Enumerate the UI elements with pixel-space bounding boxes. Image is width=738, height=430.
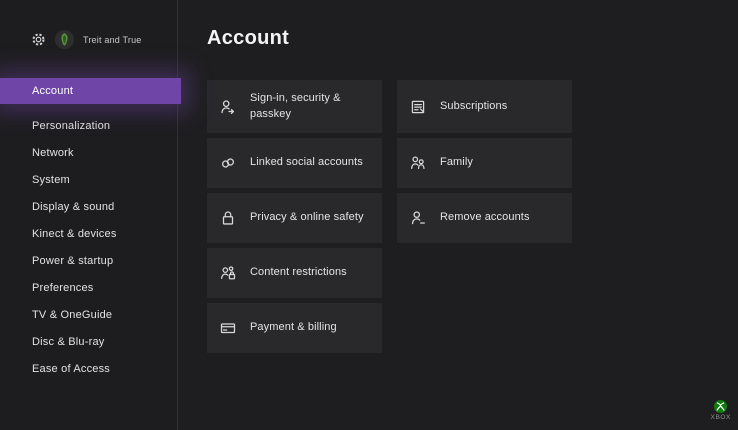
tile-family[interactable]: Family (397, 138, 572, 188)
tile-privacy-online-safety[interactable]: Privacy & online safety (207, 193, 382, 243)
sidebar-item-ease-of-access[interactable]: Ease of Access (0, 356, 177, 383)
person-lock-icon (219, 264, 237, 282)
tile-sign-in-security-passkey[interactable]: Sign-in, security & passkey (207, 80, 382, 133)
subscriptions-icon (409, 98, 427, 116)
account-tiles: Sign-in, security & passkey Linked socia… (207, 80, 572, 353)
xbox-brand: XBOX (711, 400, 731, 421)
xbox-wordmark: XBOX (711, 414, 731, 421)
link-icon (219, 154, 237, 172)
sidebar-item-display-sound[interactable]: Display & sound (0, 194, 177, 221)
remove-person-icon (409, 209, 427, 227)
tile-label: Payment & billing (250, 320, 337, 335)
user-name: Treit and True (83, 35, 142, 45)
sign-in-icon (219, 98, 237, 116)
settings-sidebar: Treit and True Account Personalization N… (0, 0, 178, 430)
credit-card-icon (219, 319, 237, 337)
sidebar-item-account[interactable]: Account (0, 78, 181, 104)
sidebar-item-preferences[interactable]: Preferences (0, 275, 177, 302)
avatar[interactable] (55, 30, 74, 49)
sidebar-item-system[interactable]: System (0, 167, 177, 194)
user-profile-row: Treit and True (31, 30, 142, 49)
xbox-logo-icon (714, 400, 727, 413)
sidebar-item-personalization[interactable]: Personalization (0, 113, 177, 140)
tile-label: Remove accounts (440, 210, 530, 225)
lock-icon (219, 209, 237, 227)
tile-label: Family (440, 155, 473, 170)
sidebar-item-disc-bluray[interactable]: Disc & Blu-ray (0, 329, 177, 356)
tile-label: Linked social accounts (250, 155, 363, 170)
tile-linked-social-accounts[interactable]: Linked social accounts (207, 138, 382, 188)
sidebar-item-power-startup[interactable]: Power & startup (0, 248, 177, 275)
tile-label: Privacy & online safety (250, 210, 364, 225)
tile-label: Subscriptions (440, 99, 507, 114)
sidebar-item-kinect-devices[interactable]: Kinect & devices (0, 221, 177, 248)
page-title: Account (207, 27, 289, 50)
tile-label: Content restrictions (250, 265, 347, 280)
sidebar-item-network[interactable]: Network (0, 140, 177, 167)
tile-content-restrictions[interactable]: Content restrictions (207, 248, 382, 298)
tiles-left-column: Sign-in, security & passkey Linked socia… (207, 80, 382, 353)
gear-icon[interactable] (31, 32, 46, 47)
family-icon (409, 154, 427, 172)
tile-remove-accounts[interactable]: Remove accounts (397, 193, 572, 243)
tiles-right-column: Subscriptions Family Remo (397, 80, 572, 353)
sidebar-menu: Account Personalization Network System D… (0, 78, 177, 383)
tile-payment-billing[interactable]: Payment & billing (207, 303, 382, 353)
sidebar-item-tv-oneguide[interactable]: TV & OneGuide (0, 302, 177, 329)
tile-label: Sign-in, security & passkey (250, 91, 374, 122)
tile-subscriptions[interactable]: Subscriptions (397, 80, 572, 133)
